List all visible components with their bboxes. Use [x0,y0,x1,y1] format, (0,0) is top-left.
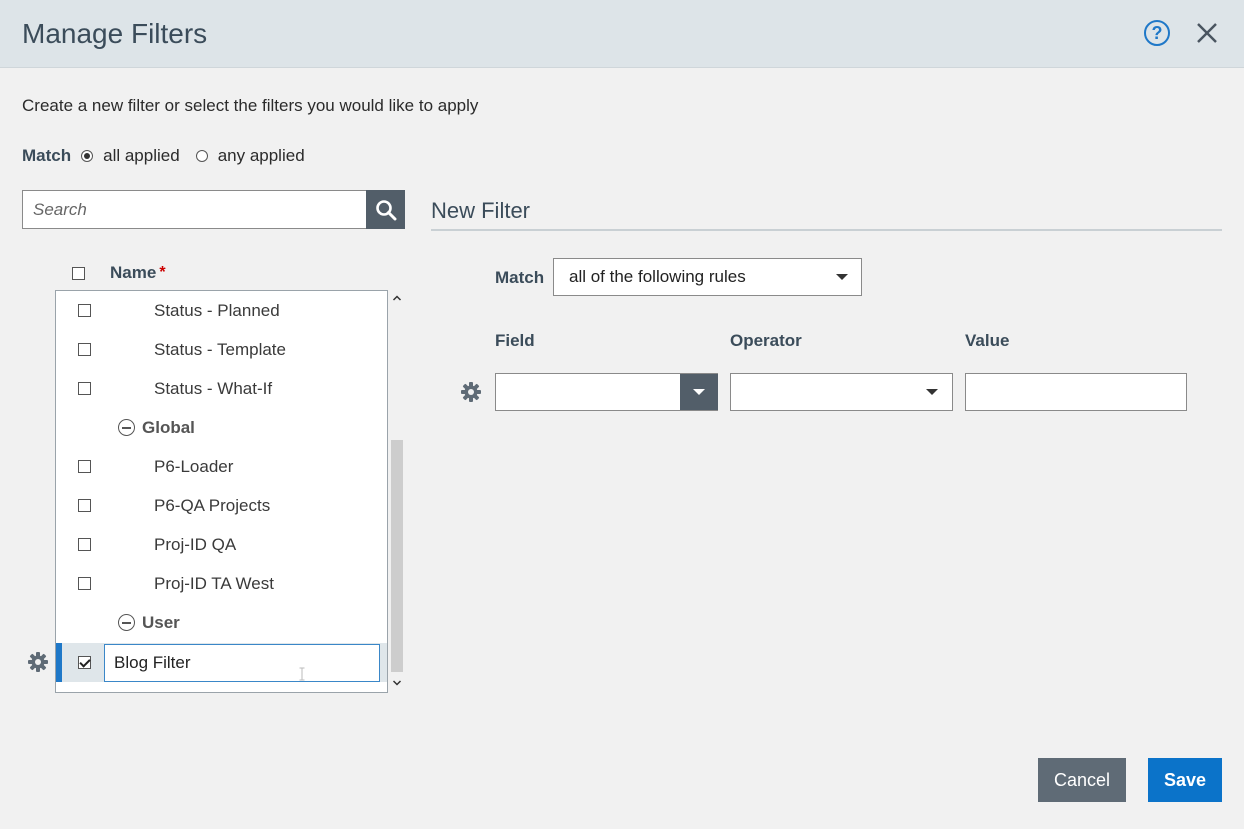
filter-name: Status - Planned [154,300,280,320]
group-label: User [142,612,180,632]
save-button[interactable]: Save [1148,758,1222,802]
match-all-radio[interactable] [81,150,94,162]
close-icon[interactable] [1192,16,1222,48]
row-checkbox[interactable] [78,304,91,317]
filter-name-input[interactable] [104,644,380,682]
search-icon [375,199,396,220]
new-filter-title: New Filter [431,198,531,223]
match-all-label[interactable]: all applied [103,146,180,166]
operator-select[interactable] [730,373,953,411]
required-indicator: * [159,264,166,281]
row-checkbox[interactable] [78,382,91,395]
scroll-up-icon[interactable] [391,292,403,304]
row-checkbox[interactable] [78,499,91,512]
value-column-label: Value [965,331,1010,350]
operator-column-label: Operator [730,331,802,350]
scroll-down-icon[interactable] [391,677,403,689]
row-checkbox[interactable] [78,656,91,669]
field-select[interactable] [495,373,718,411]
collapse-icon[interactable] [118,419,135,436]
editing-row[interactable] [56,643,387,682]
list-item[interactable]: P6-Loader [56,447,387,486]
match-mode-label: Match [22,146,72,165]
gear-icon[interactable] [460,381,482,403]
filter-name: Proj-ID QA [154,534,237,554]
match-any-radio[interactable] [195,150,208,162]
gear-icon[interactable] [27,651,49,673]
name-column-header[interactable]: Name [110,263,156,283]
rule-match-label: Match [495,268,545,287]
search-button[interactable] [366,190,405,229]
manage-filters-dialog: Manage Filters ? Create a new filter or … [0,0,1244,829]
filter-name: P6-QA Projects [154,495,271,515]
list-item[interactable]: Status - Planned [56,291,387,330]
row-checkbox[interactable] [78,577,91,590]
dialog-title: Manage Filters [22,18,208,49]
select-all-checkbox[interactable] [72,266,85,280]
field-column-label: Field [495,331,535,350]
list-item[interactable]: P6-QA Projects [56,486,387,525]
filter-name: Proj-ID TA West [154,573,274,593]
list-header: Name * [72,262,166,284]
match-any-label[interactable]: any applied [218,146,305,166]
filter-name: Status - What-If [154,378,273,398]
field-dropdown-button[interactable] [680,374,718,410]
row-checkbox[interactable] [78,460,91,473]
chevron-down-icon [926,389,938,395]
list-item[interactable]: Proj-ID TA West [56,564,387,603]
rule-match-value: all of the following rules [569,267,746,286]
scroll-thumb[interactable] [391,440,403,672]
dialog-header: Manage Filters ? [0,0,1244,68]
selection-marker [56,643,62,682]
list-item[interactable]: Proj-ID QA [56,525,387,564]
cancel-button[interactable]: Cancel [1038,758,1126,802]
group-user[interactable]: User [56,603,387,642]
value-input[interactable] [965,373,1187,411]
text-cursor-icon [299,667,305,681]
rule-match-select[interactable]: all of the following rules [553,258,862,296]
row-checkbox[interactable] [78,343,91,356]
group-label: Global [142,417,195,437]
search-input[interactable] [22,190,367,229]
dialog-subtitle: Create a new filter or select the filter… [22,96,479,115]
row-checkbox[interactable] [78,538,91,551]
list-item[interactable]: Status - What-If [56,369,387,408]
chevron-down-icon [693,389,705,395]
match-mode-group: Match all applied any applied [22,146,305,166]
help-icon[interactable]: ? [1144,20,1170,46]
list-item[interactable]: Status - Template [56,330,387,369]
group-global[interactable]: Global [56,408,387,447]
section-divider [431,229,1222,231]
chevron-down-icon [836,274,848,280]
filter-list: Status - Planned Status - Template Statu… [55,290,388,693]
filter-name: P6-Loader [154,456,234,476]
list-scrollbar[interactable] [389,290,405,693]
collapse-icon[interactable] [118,614,135,631]
filter-name: Status - Template [154,339,286,359]
